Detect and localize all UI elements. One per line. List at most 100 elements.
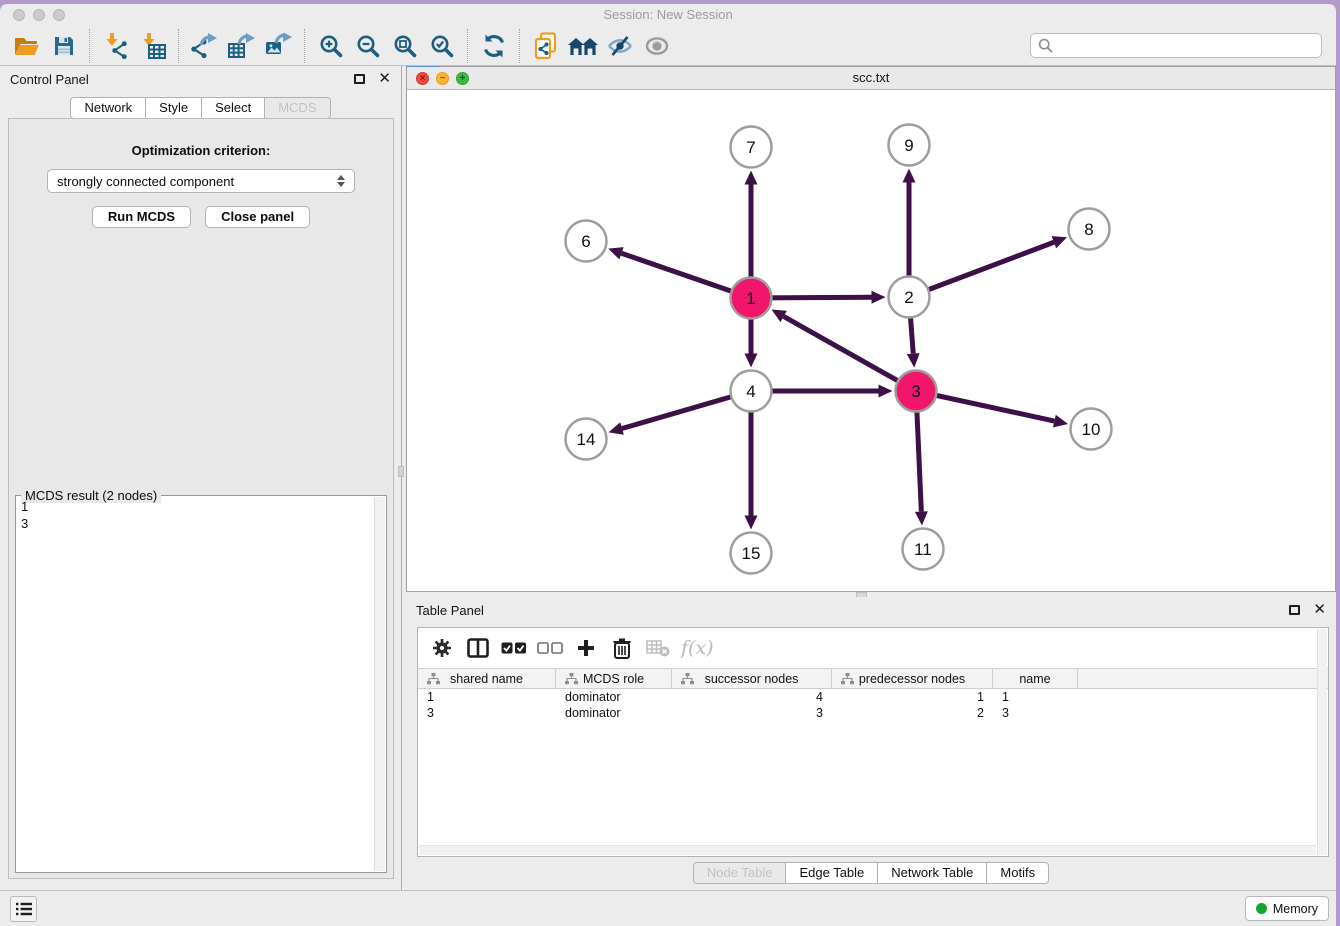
delete-column-button[interactable]	[609, 635, 635, 661]
show-all-button[interactable]	[638, 29, 675, 63]
graph-edge-3-1[interactable]	[784, 316, 916, 391]
control-panel-title: Control Panel	[10, 72, 89, 87]
window-controls	[13, 9, 65, 21]
optimization-select[interactable]: strongly connected component	[47, 169, 355, 193]
close-network-icon[interactable]: ×	[416, 72, 429, 85]
result-scrollbar[interactable]	[374, 497, 385, 871]
select-all-button[interactable]	[501, 635, 527, 661]
graph-node-15[interactable]: 15	[731, 533, 772, 574]
column-header-label: name	[1019, 672, 1050, 686]
graph-node-2[interactable]: 2	[889, 277, 930, 318]
graph-node-label: 1	[746, 289, 755, 308]
table-vertical-scrollbar[interactable]	[1317, 629, 1327, 855]
table-settings-button[interactable]	[429, 635, 455, 661]
table-panel-content: f(x) shared nameMCDS rolesuccessor nodes…	[417, 627, 1329, 857]
first-neighbors-button[interactable]	[564, 29, 601, 63]
tab-node-table[interactable]: Node Table	[693, 862, 787, 884]
trash-icon	[613, 638, 631, 659]
control-panel-tabs: NetworkStyleSelectMCDS	[0, 97, 401, 119]
close-table-panel-icon[interactable]: ✕	[1313, 604, 1326, 616]
task-history-button[interactable]	[10, 896, 37, 922]
maximize-window-icon[interactable]	[53, 9, 65, 21]
export-network-icon	[191, 33, 218, 59]
graph-node-label: 8	[1084, 220, 1093, 239]
memory-label: Memory	[1273, 902, 1318, 916]
copy-network-icon	[533, 32, 559, 60]
column-header-shared-name[interactable]: shared name	[418, 669, 556, 688]
show-column-panel-button[interactable]	[465, 635, 491, 661]
table-horizontal-scrollbar[interactable]	[419, 845, 1316, 855]
minimize-network-icon[interactable]: −	[436, 72, 449, 85]
graph-node-4[interactable]: 4	[731, 371, 772, 412]
graph-node-8[interactable]: 8	[1069, 209, 1110, 250]
graph-node-label: 14	[577, 430, 596, 449]
function-builder-button[interactable]: f(x)	[681, 635, 714, 661]
table-panel-tabs: Node TableEdge TableNetwork TableMotifs	[406, 862, 1336, 884]
network-window-controls: × − +	[416, 72, 469, 85]
deselect-all-button[interactable]	[537, 635, 563, 661]
column-header-name[interactable]: name	[993, 669, 1078, 688]
graph-node-11[interactable]: 11	[903, 529, 944, 570]
mcds-tab-content: Optimization criterion: strongly connect…	[8, 118, 394, 879]
refresh-layout-button[interactable]	[475, 29, 512, 63]
table-row[interactable]: 3dominator323	[418, 705, 1328, 721]
tab-motifs[interactable]: Motifs	[986, 862, 1049, 884]
save-session-button[interactable]	[45, 29, 82, 63]
search-input[interactable]	[1057, 37, 1314, 54]
column-header-mcds-role[interactable]: MCDS role	[556, 669, 672, 688]
tab-network-table[interactable]: Network Table	[877, 862, 987, 884]
export-image-button[interactable]	[260, 29, 297, 63]
close-panel-icon[interactable]: ✕	[378, 73, 391, 85]
memory-button[interactable]: Memory	[1245, 896, 1329, 921]
add-column-button[interactable]	[573, 635, 599, 661]
zoom-fit-button[interactable]	[386, 29, 423, 63]
network-canvas[interactable]: 7 9 6 8 1 2 4 3 14 10 15 11	[407, 90, 1335, 591]
vertical-splitter-handle[interactable]	[398, 466, 404, 477]
search-box	[1030, 33, 1322, 58]
run-mcds-button[interactable]: Run MCDS	[92, 206, 191, 228]
column-header-predecessor-nodes[interactable]: predecessor nodes	[832, 669, 993, 688]
graph-node-7[interactable]: 7	[731, 127, 772, 168]
toolbar-separator	[519, 29, 520, 63]
export-network-button[interactable]	[186, 29, 223, 63]
graph-node-9[interactable]: 9	[889, 125, 930, 166]
column-header-successor-nodes[interactable]: successor nodes	[672, 669, 832, 688]
float-table-panel-icon[interactable]	[1289, 605, 1300, 615]
export-table-button[interactable]	[223, 29, 260, 63]
minimize-window-icon[interactable]	[33, 9, 45, 21]
graph-node-label: 11	[914, 540, 932, 559]
zoom-selected-button[interactable]	[423, 29, 460, 63]
tab-style[interactable]: Style	[145, 97, 202, 119]
close-window-icon[interactable]	[13, 9, 25, 21]
tab-select[interactable]: Select	[201, 97, 265, 119]
hide-selected-button[interactable]	[601, 29, 638, 63]
import-network-button[interactable]	[97, 29, 134, 63]
table-panel-header: Table Panel ✕	[406, 597, 1336, 623]
delete-table-button[interactable]	[645, 635, 671, 661]
graph-edge-2-8[interactable]	[909, 242, 1054, 297]
float-panel-icon[interactable]	[354, 74, 365, 84]
maximize-network-icon[interactable]: +	[456, 72, 469, 85]
close-panel-button[interactable]: Close panel	[205, 206, 310, 228]
table-toolbar: f(x)	[418, 628, 1328, 668]
tab-edge-table[interactable]: Edge Table	[785, 862, 878, 884]
copy-network-button[interactable]	[527, 29, 564, 63]
zoom-out-button[interactable]	[349, 29, 386, 63]
graph-node-14[interactable]: 14	[566, 419, 607, 460]
table-panel-title: Table Panel	[416, 603, 484, 618]
graph-node-3[interactable]: 3	[896, 371, 937, 412]
table-cell: 3	[993, 706, 1078, 720]
open-session-button[interactable]	[8, 29, 45, 63]
import-table-button[interactable]	[134, 29, 171, 63]
table-cell: dominator	[556, 690, 672, 704]
app-window: Session: New Session Control Panel	[0, 4, 1336, 926]
mcds-result-text[interactable]: 1 3	[18, 498, 372, 870]
tab-mcds[interactable]: MCDS	[264, 97, 330, 119]
graph-node-6[interactable]: 6	[566, 221, 607, 262]
table-row[interactable]: 1dominator411	[418, 689, 1328, 705]
list-icon	[16, 902, 32, 916]
zoom-in-button[interactable]	[312, 29, 349, 63]
graph-node-1[interactable]: 1	[731, 278, 772, 319]
graph-node-10[interactable]: 10	[1071, 409, 1112, 450]
tab-network[interactable]: Network	[70, 97, 146, 119]
